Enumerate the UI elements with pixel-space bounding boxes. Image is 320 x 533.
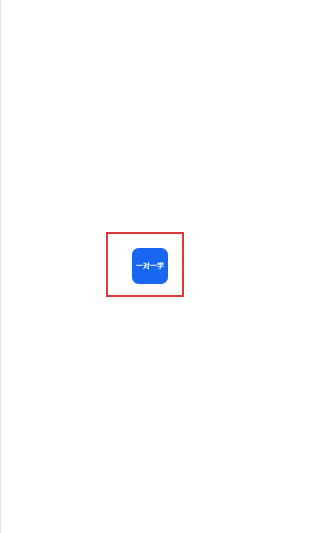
app-icon[interactable]: 一对一学: [132, 248, 168, 284]
launch-screen: 一对一学: [0, 0, 300, 533]
screen-edge-divider: [0, 0, 1, 533]
app-icon-label: 一对一学: [136, 261, 164, 270]
